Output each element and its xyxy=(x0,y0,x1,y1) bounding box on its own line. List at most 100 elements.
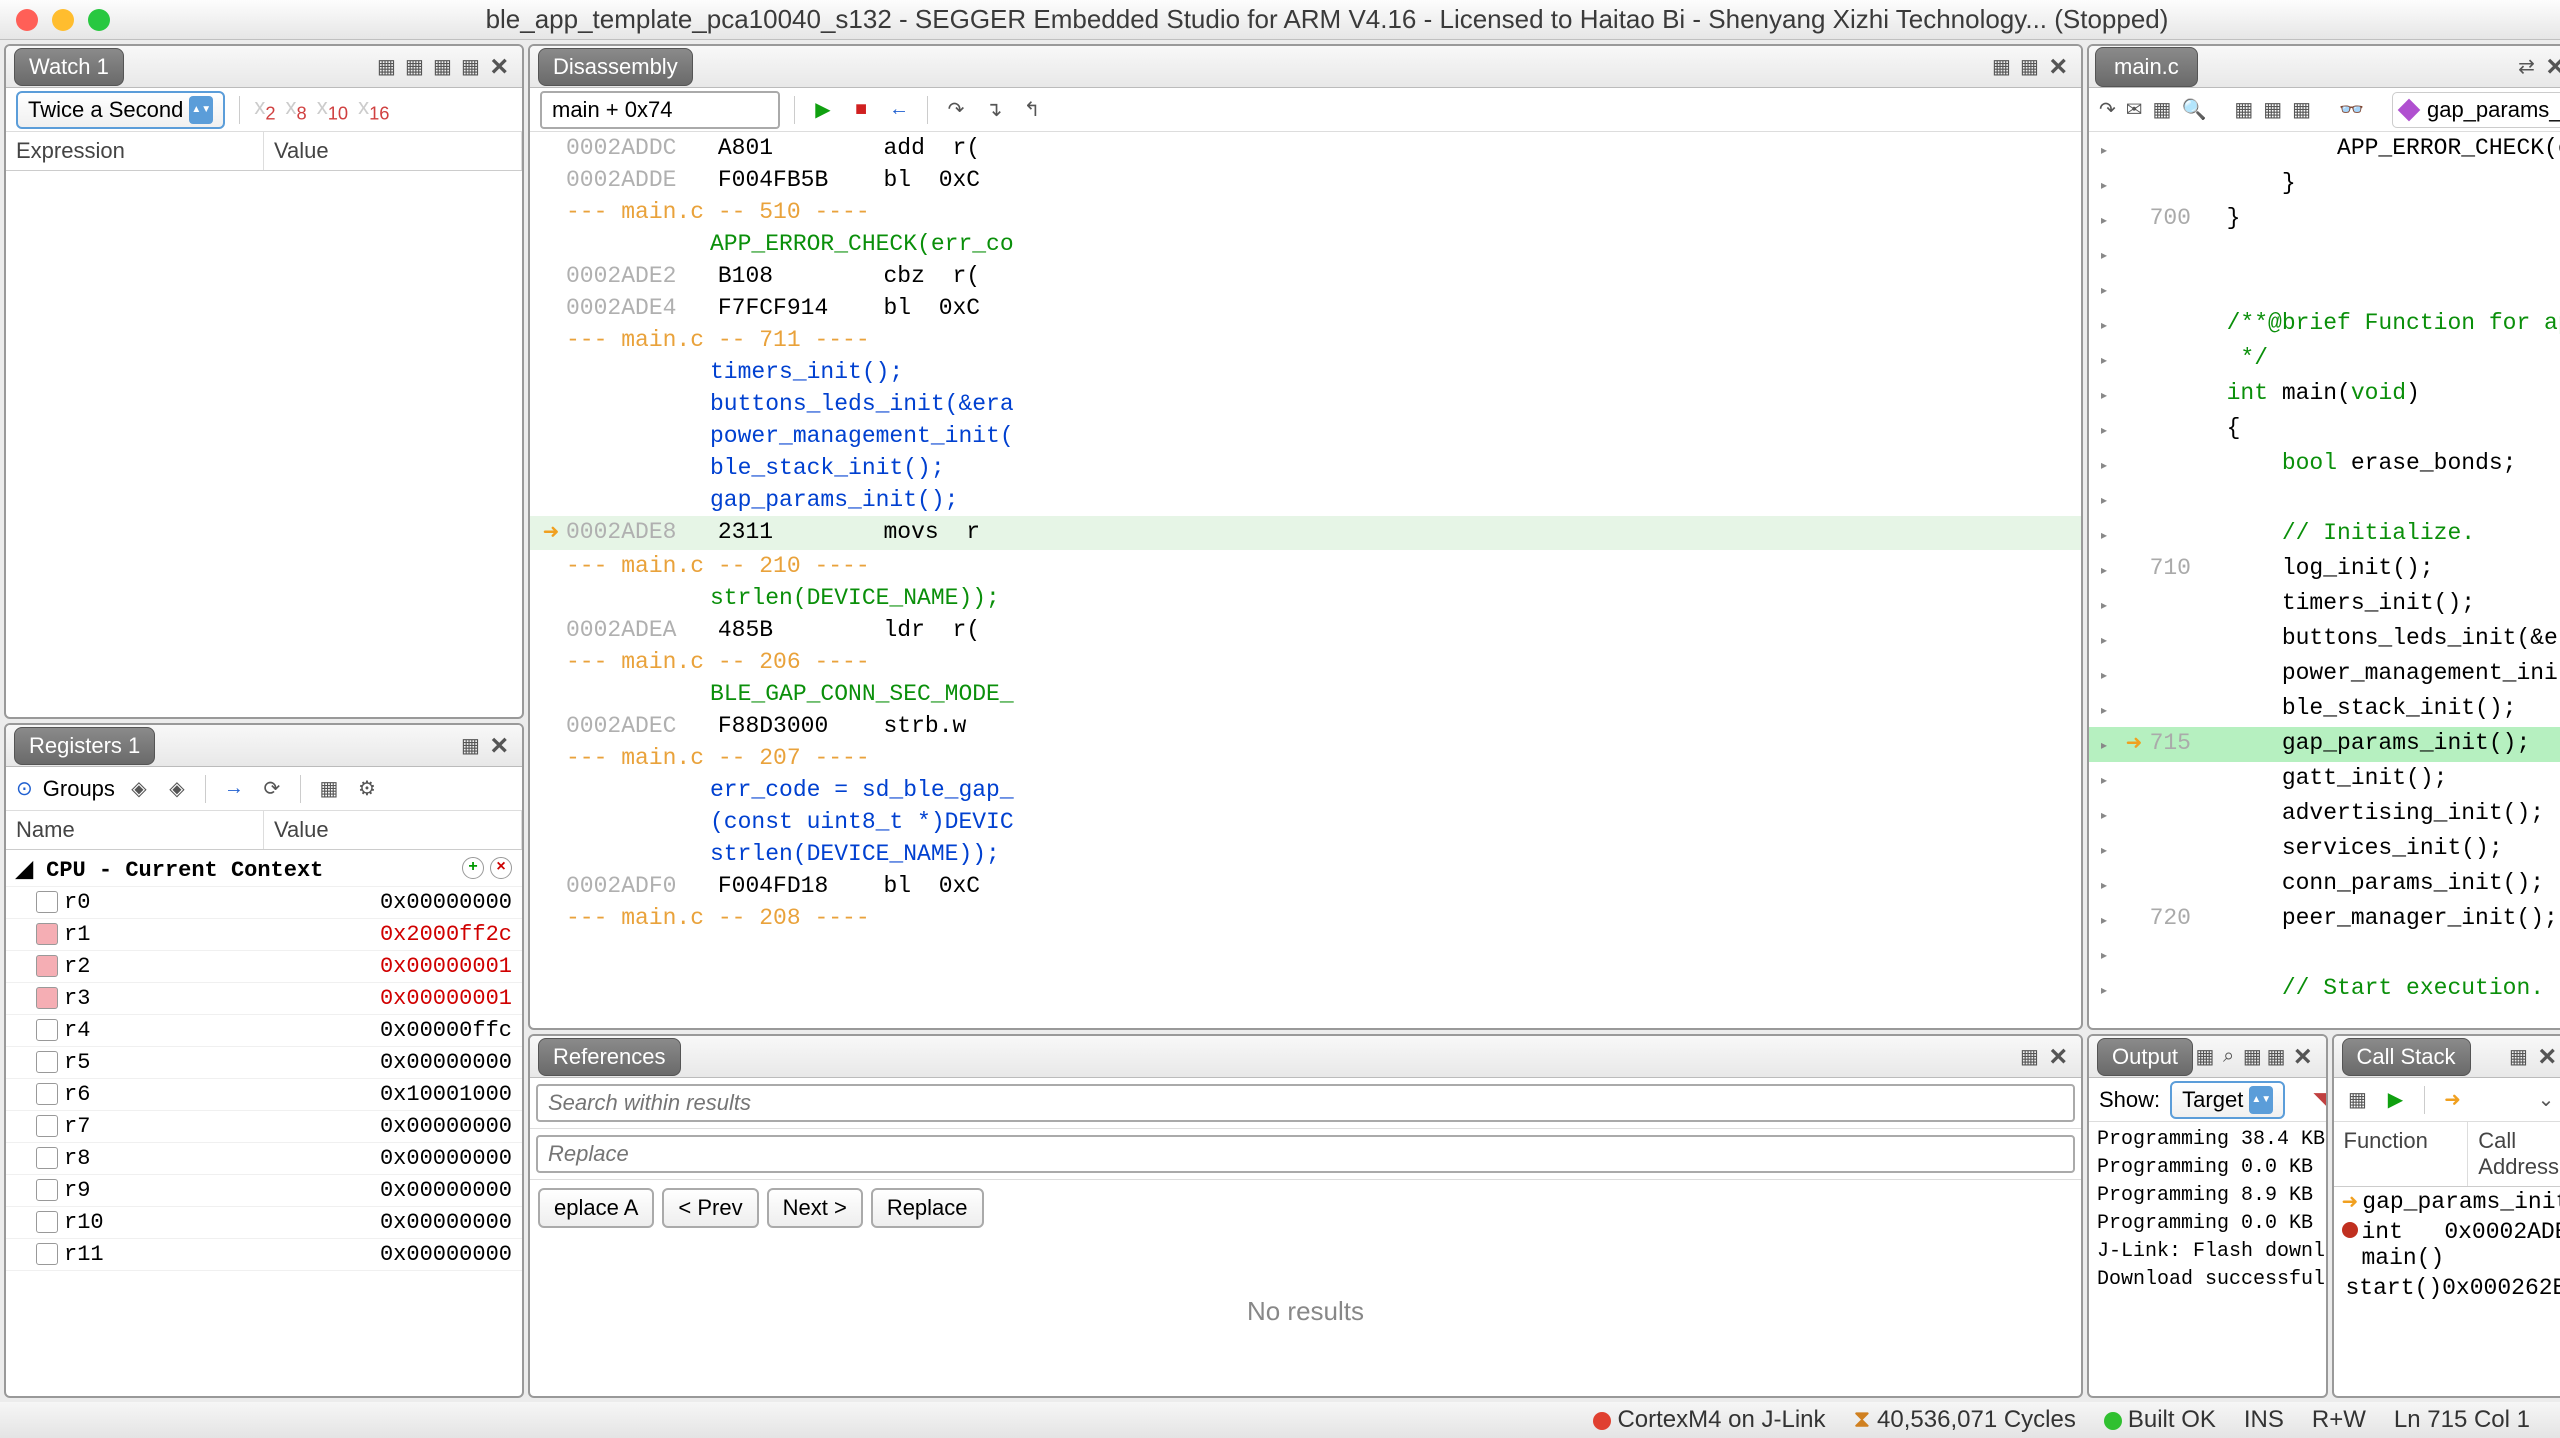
disasm-close-icon[interactable]: × xyxy=(2043,50,2073,84)
editor-line[interactable]: ▸ xyxy=(2089,272,2560,307)
editor-line[interactable]: ▸ xyxy=(2089,482,2560,517)
disasm-line[interactable]: 0002ADE2 B108 cbz r( xyxy=(530,260,2081,292)
editor-line[interactable]: ▸➜715 gap_params_init(); xyxy=(2089,727,2560,762)
output-tab[interactable]: Output xyxy=(2097,1038,2193,1076)
register-row[interactable]: r110x00000000 xyxy=(6,1239,522,1271)
function-selector[interactable]: gap_params_init() ▲▼ xyxy=(2392,92,2560,128)
out-ic3[interactable]: ▦ xyxy=(2241,1043,2265,1071)
cs-ic1[interactable]: ▦ xyxy=(2344,1086,2372,1114)
watch-del-icon[interactable]: × xyxy=(490,857,512,879)
editor-line[interactable]: ▸ xyxy=(2089,237,2560,272)
close-window-button[interactable] xyxy=(16,9,38,31)
cs-col-func[interactable]: Function xyxy=(2334,1122,2469,1186)
cs-more-icon[interactable]: ⌄ xyxy=(2532,1086,2560,1114)
register-row[interactable]: r10x2000ff2c xyxy=(6,919,522,951)
x2-icon[interactable]: x2 xyxy=(254,94,275,124)
callstack-row[interactable]: ➜gap_params_init()0x0002ADE8 xyxy=(2334,1187,2560,1217)
disasm-source[interactable]: gap_params_init(); xyxy=(530,484,2081,516)
register-row[interactable]: r70x00000000 xyxy=(6,1111,522,1143)
register-row[interactable]: r60x10001000 xyxy=(6,1079,522,1111)
prev-button[interactable]: < Prev xyxy=(662,1188,758,1228)
out-ic1[interactable]: ▦ xyxy=(2193,1043,2217,1071)
replace-button[interactable]: Replace xyxy=(871,1188,984,1228)
editor-line[interactable]: ▸ gatt_init(); xyxy=(2089,762,2560,797)
editor-line[interactable]: ▸ 700 } xyxy=(2089,202,2560,237)
replace-all-button[interactable]: eplace A xyxy=(538,1188,654,1228)
disasm-line[interactable]: 0002ADE4 F7FCF914 bl 0xC xyxy=(530,292,2081,324)
glasses-icon[interactable]: 👓 xyxy=(2339,96,2364,124)
register-row[interactable]: r00x00000000 xyxy=(6,887,522,919)
watch-add-icon[interactable]: + xyxy=(462,857,484,879)
disasm-source[interactable]: (const uint8_t *)DEVIC xyxy=(530,806,2081,838)
watch-ic4[interactable]: ▦ xyxy=(456,53,484,81)
editor-line[interactable]: ▸ */ xyxy=(2089,342,2560,377)
callstack-tab[interactable]: Call Stack xyxy=(2342,1038,2471,1076)
editor-line[interactable]: ▸ { xyxy=(2089,412,2560,447)
run-icon[interactable]: ▶ xyxy=(809,96,837,124)
editor-line[interactable]: ▸ power_management_init(); xyxy=(2089,657,2560,692)
cs-col-addr[interactable]: Call Address xyxy=(2468,1122,2560,1186)
reg-col-name[interactable]: Name xyxy=(6,811,264,849)
register-row[interactable]: r30x00000001 xyxy=(6,983,522,1015)
references-tab[interactable]: References xyxy=(538,1038,681,1076)
tb-icon-2[interactable]: ✉ xyxy=(2126,96,2143,124)
editor-line[interactable]: ▸ /**@brief Function for application mai… xyxy=(2089,307,2560,342)
editor-line[interactable]: ▸ bool erase_bonds; xyxy=(2089,447,2560,482)
watch-col-expr[interactable]: Expression xyxy=(6,132,264,170)
grid-icon[interactable]: ▦ xyxy=(315,775,343,803)
editor-line[interactable]: ▸ timers_init(); xyxy=(2089,587,2560,622)
editor-close-icon[interactable]: × xyxy=(2540,50,2560,84)
expand-icon[interactable]: ⊙ xyxy=(16,776,33,801)
watch-body[interactable] xyxy=(6,171,522,717)
editor-line[interactable]: ▸ int main(void) xyxy=(2089,377,2560,412)
editor-line[interactable]: ▸ ble_stack_init(); xyxy=(2089,692,2560,727)
step-into-icon[interactable]: ↴ xyxy=(980,96,1008,124)
tb-icon-5[interactable]: ▦ xyxy=(2234,96,2253,124)
refs-ic[interactable]: ▦ xyxy=(2015,1043,2043,1071)
register-row[interactable]: r50x00000000 xyxy=(6,1047,522,1079)
tb-icon-3[interactable]: ▦ xyxy=(2153,96,2172,124)
registers-close-icon[interactable]: × xyxy=(484,729,514,763)
disasm-source[interactable]: buttons_leds_init(&era xyxy=(530,388,2081,420)
refs-replace-input[interactable] xyxy=(536,1135,2075,1173)
disassembly-tab[interactable]: Disassembly xyxy=(538,48,693,86)
refresh-icon[interactable]: ⟳ xyxy=(258,775,286,803)
editor-line[interactable]: ▸ APP_ERROR_CHECK(err_code); xyxy=(2089,132,2560,167)
back-icon[interactable]: ← xyxy=(885,96,913,124)
tb-icon-1[interactable]: ↷ xyxy=(2099,96,2116,124)
zoom-window-button[interactable] xyxy=(88,9,110,31)
editor-line[interactable]: ▸ advertising_init(); xyxy=(2089,797,2560,832)
register-row[interactable]: r90x00000000 xyxy=(6,1175,522,1207)
cs-run-icon[interactable]: ▶ xyxy=(2382,1086,2410,1114)
file-tab-main[interactable]: main.c xyxy=(2095,47,2198,87)
disasm-line[interactable]: 0002ADEC F88D3000 strb.w xyxy=(530,710,2081,742)
editor-line[interactable]: ▸ conn_params_init(); xyxy=(2089,867,2560,902)
chip-icon[interactable]: ◈ xyxy=(125,775,153,803)
watch-tab[interactable]: Watch 1 xyxy=(14,48,124,86)
callstack-row[interactable]: start()0x000262B2 xyxy=(2334,1273,2560,1303)
gear-icon[interactable]: ⚙ xyxy=(353,775,381,803)
callstack-body[interactable]: ➜gap_params_init()0x0002ADE8int main()0x… xyxy=(2334,1187,2560,1396)
disasm-line[interactable]: 0002ADEA 485B ldr r( xyxy=(530,614,2081,646)
editor-line[interactable]: ▸ 720 peer_manager_init(); xyxy=(2089,902,2560,937)
goto-icon[interactable]: → xyxy=(220,775,248,803)
x10-icon[interactable]: x10 xyxy=(317,94,348,124)
editor-line[interactable]: ▸ } xyxy=(2089,167,2560,202)
editor-body[interactable]: ▸ APP_ERROR_CHECK(err_code);▸ }▸ 700 } ▸ … xyxy=(2089,132,2560,1028)
output-close-icon[interactable]: × xyxy=(2288,1040,2318,1074)
watch-close-icon[interactable]: × xyxy=(484,50,514,84)
disasm-source[interactable]: strlen(DEVICE_NAME)); xyxy=(530,582,2081,614)
disasm-source[interactable]: timers_init(); xyxy=(530,356,2081,388)
registers-tab[interactable]: Registers 1 xyxy=(14,727,155,765)
editor-line[interactable]: ▸ // Start execution. xyxy=(2089,972,2560,1007)
disasm-source[interactable]: APP_ERROR_CHECK(err_co xyxy=(530,228,2081,260)
reg-ic[interactable]: ▦ xyxy=(456,732,484,760)
editor-line[interactable]: ▸ xyxy=(2089,937,2560,972)
tb-icon-4[interactable]: 🔍 xyxy=(2181,96,2206,124)
disasm-location-input[interactable] xyxy=(540,91,780,129)
disasm-source[interactable]: strlen(DEVICE_NAME)); xyxy=(530,838,2081,870)
disasm-source[interactable]: err_code = sd_ble_gap_ xyxy=(530,774,2081,806)
cs-cursor-icon[interactable]: ➜ xyxy=(2439,1086,2467,1114)
disasm-source[interactable]: BLE_GAP_CONN_SEC_MODE_ xyxy=(530,678,2081,710)
register-row[interactable]: r80x00000000 xyxy=(6,1143,522,1175)
